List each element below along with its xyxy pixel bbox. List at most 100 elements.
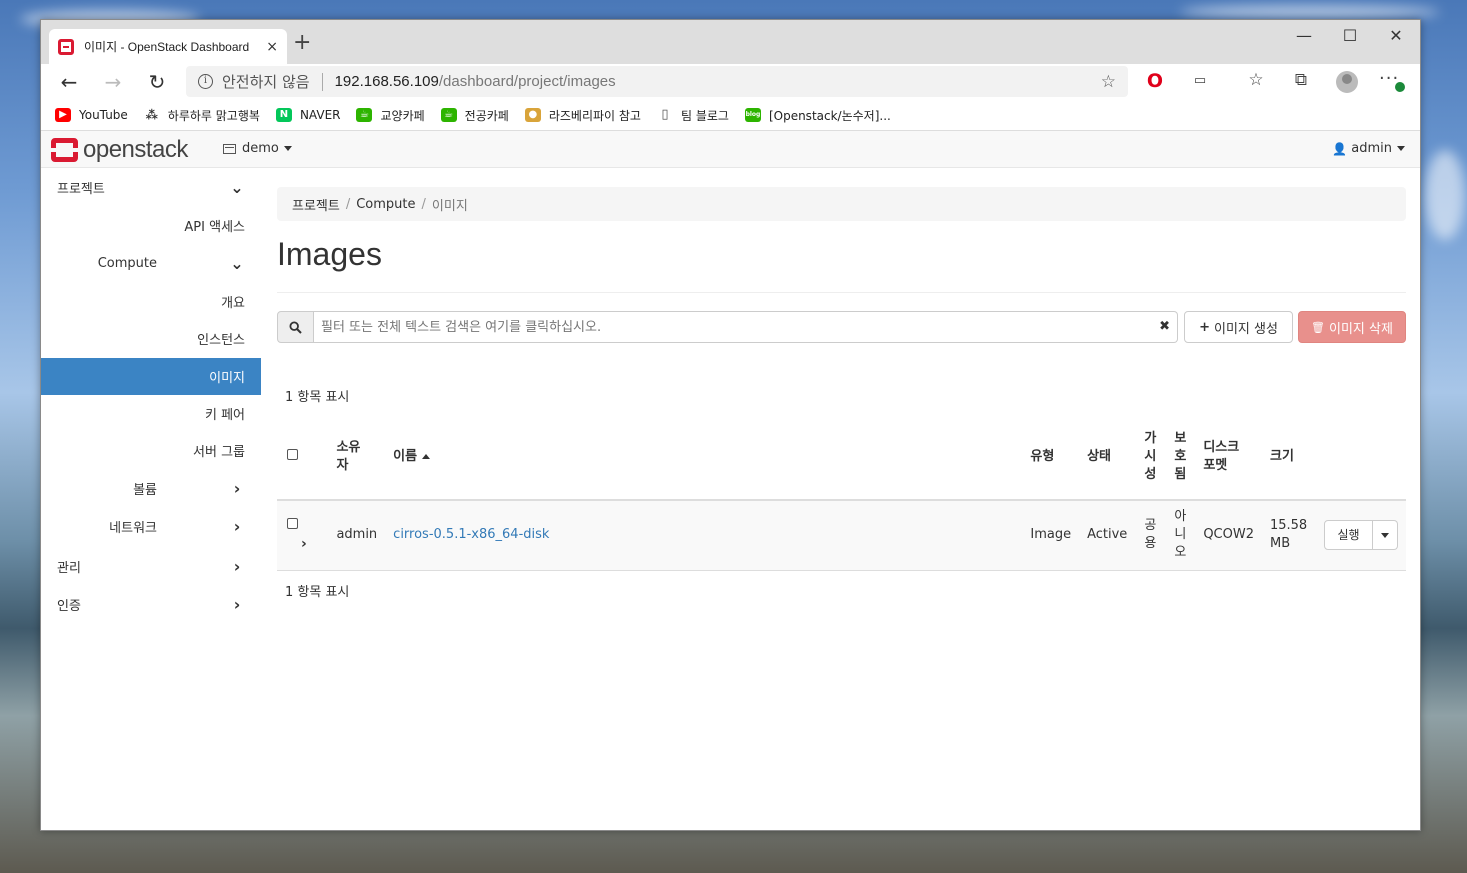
sidebar-item-instances[interactable]: 인스턴스 xyxy=(41,320,261,357)
sidebar-item-network[interactable]: 네트워크 › xyxy=(41,508,261,545)
header-name-label: 이름 xyxy=(393,448,418,464)
row-select-cell: › xyxy=(277,500,329,571)
header-type[interactable]: 유형 xyxy=(1022,414,1080,501)
sidebar-item-label: Compute xyxy=(97,256,157,271)
header-type-label: 유형 xyxy=(1030,448,1055,464)
cell-size: 15.58 MB xyxy=(1261,500,1316,571)
cell-status: Active xyxy=(1079,500,1136,571)
favorites-list-icon[interactable]: ☆ xyxy=(1243,70,1269,90)
delete-image-button[interactable]: 🗑 이미지 삭제 xyxy=(1298,311,1406,343)
bookmark-label: 라즈베리파이 참고 xyxy=(548,108,641,123)
sidebar-item-label: 키 페어 xyxy=(204,408,245,423)
project-dropdown[interactable]: demo xyxy=(223,141,292,156)
breadcrumb-current: 이미지 xyxy=(431,198,468,214)
sidebar-item-project[interactable]: 프로젝트 ⌄ xyxy=(41,169,261,206)
tab-strip: 이미지 - OpenStack Dashboard × + — ☐ ✕ xyxy=(41,20,1420,64)
sidebar-item-overview[interactable]: 개요 xyxy=(41,283,261,320)
bookmark-naver[interactable]: N NAVER xyxy=(275,108,340,122)
image-name-link[interactable]: cirros-0.5.1-x86_64-disk xyxy=(393,527,549,542)
refresh-icon[interactable]: ↻ xyxy=(143,68,171,96)
breadcrumb-compute[interactable]: Compute xyxy=(356,197,415,212)
close-window-button[interactable]: ✕ xyxy=(1373,26,1419,45)
header-disk-format-label: 디스크 포멧 xyxy=(1203,439,1240,473)
header-actions xyxy=(1315,414,1406,501)
openstack-logo[interactable]: openstack xyxy=(51,136,188,164)
bookmark-cafe-2[interactable]: ☕ 전공카페 xyxy=(440,107,509,124)
youtube-icon: ▶ xyxy=(55,108,71,122)
breadcrumb-project[interactable]: 프로젝트 xyxy=(292,195,340,214)
bookmark-raspberry[interactable]: ● 라즈베리파이 참고 xyxy=(524,107,641,124)
divider xyxy=(277,292,1406,293)
caret-down-icon xyxy=(1380,532,1389,538)
openstack-logo-icon xyxy=(51,138,78,162)
sidebar-item-api-access[interactable]: API 액세스 xyxy=(41,207,261,244)
bookmark-cafe-1[interactable]: ☕ 교양카페 xyxy=(356,107,425,124)
update-badge-icon xyxy=(1395,82,1405,92)
header-protected-label: 보호됨 xyxy=(1174,430,1187,482)
sidebar-item-keypairs[interactable]: 키 페어 xyxy=(41,395,261,432)
bookmark-team-blog[interactable]: ▯ 팀 블로그 xyxy=(657,107,729,124)
opera-extension-icon[interactable]: O xyxy=(1142,70,1168,92)
collections-icon[interactable]: ⧉ xyxy=(1288,70,1314,90)
header-size[interactable]: 크기 xyxy=(1261,414,1316,501)
header-protected[interactable]: 보호됨 xyxy=(1165,414,1196,501)
profile-avatar-icon[interactable] xyxy=(1336,71,1358,93)
forward-arrow-icon[interactable]: → xyxy=(99,68,127,96)
header-name[interactable]: 이름 xyxy=(385,414,1023,501)
actions-dropdown-toggle[interactable] xyxy=(1372,520,1398,551)
favorite-star-icon[interactable]: ☆ xyxy=(1101,72,1116,92)
bookmark-label: 교양카페 xyxy=(380,108,425,123)
new-tab-button[interactable]: + xyxy=(293,32,311,54)
bookmark-daily[interactable]: ⁂ 하루하루 맑고행복 xyxy=(144,107,260,124)
bookmark-openstack-blog[interactable]: blog [Openstack/논수저]... xyxy=(744,107,891,124)
minimize-button[interactable]: — xyxy=(1281,26,1327,45)
maximize-button[interactable]: ☐ xyxy=(1327,26,1373,45)
search-icon[interactable] xyxy=(277,311,314,343)
info-icon[interactable]: i xyxy=(198,74,213,89)
main-content: 프로젝트 / Compute / 이미지 Images ✖ + 이미지 생성 🗑… xyxy=(277,168,1407,830)
sidebar-item-admin[interactable]: 관리 › xyxy=(41,548,261,585)
cell-actions: 실행 xyxy=(1315,500,1406,571)
bookmark-label: 전공카페 xyxy=(464,108,509,123)
size-value: 15.58 MB xyxy=(1269,518,1308,552)
url-text[interactable]: 192.168.56.109/dashboard/project/images xyxy=(335,73,1101,90)
expand-row-icon[interactable]: › xyxy=(301,536,307,552)
item-count-top: 1 항목 표시 xyxy=(285,390,350,405)
cell-owner: admin xyxy=(328,500,386,571)
tab-close-icon[interactable]: × xyxy=(266,39,278,55)
sidebar-item-volumes[interactable]: 볼륨 › xyxy=(41,470,261,507)
header-visibility[interactable]: 가시성 xyxy=(1135,414,1166,501)
clear-icon[interactable]: ✖ xyxy=(1159,319,1170,334)
address-bar[interactable]: i 안전하지 않음 192.168.56.109/dashboard/proje… xyxy=(186,66,1128,97)
select-all-checkbox[interactable] xyxy=(287,448,298,460)
sidebar-item-identity[interactable]: 인증 › xyxy=(41,586,261,623)
back-arrow-icon[interactable]: ← xyxy=(55,68,83,96)
bookmark-icon: ⁂ xyxy=(145,108,158,122)
bookmark-youtube[interactable]: ▶ YouTube xyxy=(55,108,128,122)
create-image-label: 이미지 생성 xyxy=(1213,321,1278,337)
search-group: ✖ xyxy=(277,311,1178,343)
bookmarks-bar: ▶ YouTube ⁂ 하루하루 맑고행복 N NAVER ☕ 교양카페 ☕ 전… xyxy=(41,100,1420,130)
protected-value: 아니오 xyxy=(1174,509,1187,561)
header-owner[interactable]: 소유자 xyxy=(328,414,386,501)
bookmark-label: 팀 블로그 xyxy=(680,108,729,123)
bookmark-label: [Openstack/논수저]... xyxy=(768,108,891,123)
sidebar-item-server-groups[interactable]: 서버 그룹 xyxy=(41,432,261,469)
header-status[interactable]: 상태 xyxy=(1079,414,1136,501)
header-disk-format[interactable]: 디스크 포멧 xyxy=(1195,414,1262,501)
launch-button[interactable]: 실행 xyxy=(1323,520,1373,551)
search-input[interactable] xyxy=(314,311,1178,343)
create-image-button[interactable]: + 이미지 생성 xyxy=(1184,311,1293,343)
sidebar-item-compute[interactable]: Compute ⌄ xyxy=(41,245,261,282)
select-all-cell xyxy=(277,414,329,501)
row-checkbox[interactable] xyxy=(287,517,298,529)
breadcrumb-separator: / xyxy=(421,196,426,212)
url-path: /dashboard/project/images xyxy=(438,73,616,90)
security-label[interactable]: 안전하지 않음 xyxy=(222,71,310,92)
cast-extension-icon[interactable]: ▭ xyxy=(1187,73,1213,88)
cell-disk-format: QCOW2 xyxy=(1195,500,1262,571)
browser-tab[interactable]: 이미지 - OpenStack Dashboard × xyxy=(49,29,287,64)
user-dropdown[interactable]: 👤 admin xyxy=(1332,141,1405,156)
sidebar-item-images[interactable]: 이미지 xyxy=(41,358,261,395)
trash-icon: 🗑 xyxy=(1311,320,1326,334)
